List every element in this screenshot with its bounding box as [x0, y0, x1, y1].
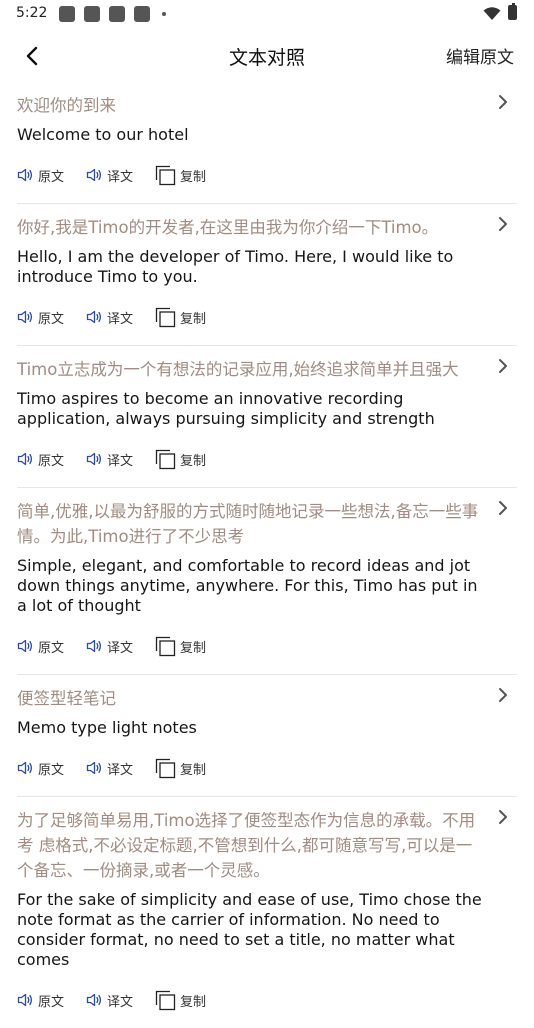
notification-icon	[134, 6, 150, 22]
chevron-right-icon[interactable]	[495, 809, 511, 825]
chevron-right-icon[interactable]	[495, 358, 511, 374]
translation-text: For the sake of simplicity and ease of u…	[17, 890, 482, 969]
speaker-icon	[17, 452, 33, 466]
back-arrow-icon	[26, 46, 38, 66]
copy-icon	[155, 307, 176, 327]
source-text: 简单,优雅,以最为舒服的方式随时随地记录一些想法,备忘一些事情。为此,Timo进…	[17, 502, 479, 546]
play-original-button[interactable]: 原文	[17, 450, 64, 469]
play-original-label: 原文	[38, 994, 65, 1010]
play-original-label: 原文	[38, 311, 65, 327]
speaker-icon	[86, 168, 102, 182]
source-text: 你好,我是Timo的开发者,在这里由我为你介绍一下Timo。	[17, 218, 439, 237]
speaker-icon	[17, 168, 33, 182]
speaker-icon	[86, 452, 102, 466]
play-original-label: 原文	[38, 640, 65, 656]
play-original-button[interactable]: 原文	[17, 637, 64, 656]
copy-icon	[155, 758, 176, 778]
play-translation-button[interactable]: 译文	[86, 308, 133, 327]
play-original-button[interactable]: 原文	[17, 308, 64, 327]
notification-icon	[109, 6, 125, 22]
chevron-right-icon[interactable]	[495, 500, 511, 516]
play-translation-label: 译文	[107, 169, 134, 185]
copy-label: 复制	[180, 311, 207, 327]
play-translation-button[interactable]: 译文	[86, 637, 133, 656]
translation-text: Timo aspires to become an innovative rec…	[17, 389, 435, 428]
status-time: 5:22	[16, 5, 48, 21]
source-text: 为了足够简单易用,Timo选择了便签型态作为信息的承载。不用考 虑格式,不必设定…	[17, 811, 476, 880]
play-translation-label: 译文	[107, 762, 134, 778]
copy-label: 复制	[180, 169, 207, 185]
item-actions: 原文 译文 复制	[17, 755, 517, 781]
list-item: Timo立志成为一个有想法的记录应用,始终追求简单并且强大 Timo aspir…	[17, 346, 517, 488]
back-button[interactable]	[16, 40, 48, 72]
translation-text: Memo type light notes	[17, 718, 197, 737]
play-translation-button[interactable]: 译文	[86, 991, 133, 1010]
list-item: 为了足够简单易用,Timo选择了便签型态作为信息的承载。不用考 虑格式,不必设定…	[17, 797, 517, 1013]
chevron-right-icon[interactable]	[495, 94, 511, 110]
item-actions: 原文 译文 复制	[17, 304, 517, 330]
copy-button[interactable]: 复制	[155, 990, 206, 1011]
speaker-icon	[86, 761, 102, 775]
more-notifications-dot	[162, 12, 166, 16]
play-original-label: 原文	[38, 453, 65, 469]
speaker-icon	[17, 639, 33, 653]
text-comparison-list: 欢迎你的到来 Welcome to our hotel 原文 译文 复制 你好,…	[17, 82, 517, 1028]
copy-icon	[155, 636, 176, 656]
translation-text: Simple, elegant, and comfortable to reco…	[17, 556, 478, 615]
play-translation-label: 译文	[107, 994, 134, 1010]
source-text: Timo立志成为一个有想法的记录应用,始终追求简单并且强大	[17, 360, 459, 379]
play-translation-label: 译文	[107, 640, 134, 656]
play-translation-label: 译文	[107, 453, 134, 469]
play-translation-button[interactable]: 译文	[86, 166, 133, 185]
copy-button[interactable]: 复制	[155, 165, 206, 186]
wifi-icon	[483, 7, 501, 20]
speaker-icon	[86, 993, 102, 1007]
copy-label: 复制	[180, 762, 207, 778]
list-item: 欢迎你的到来 Welcome to our hotel 原文 译文 复制	[17, 82, 517, 204]
translation-text: Welcome to our hotel	[17, 125, 189, 144]
play-original-button[interactable]: 原文	[17, 991, 64, 1010]
item-actions: 原文 译文 复制	[17, 987, 517, 1013]
play-translation-button[interactable]: 译文	[86, 759, 133, 778]
play-translation-button[interactable]: 译文	[86, 450, 133, 469]
copy-icon	[155, 165, 176, 185]
speaker-icon	[86, 310, 102, 324]
source-text: 便签型轻笔记	[17, 689, 116, 708]
copy-label: 复制	[180, 994, 207, 1010]
app-bar: 文本对照 编辑原文	[0, 30, 534, 80]
speaker-icon	[17, 761, 33, 775]
chevron-right-icon[interactable]	[495, 687, 511, 703]
item-actions: 原文 译文 复制	[17, 162, 517, 188]
source-text: 欢迎你的到来	[17, 96, 116, 115]
play-translation-label: 译文	[107, 311, 134, 327]
battery-icon	[508, 3, 517, 20]
list-item: 简单,优雅,以最为舒服的方式随时随地记录一些想法,备忘一些事情。为此,Timo进…	[17, 488, 517, 675]
copy-icon	[155, 990, 176, 1010]
copy-label: 复制	[180, 453, 207, 469]
speaker-icon	[86, 639, 102, 653]
notification-icon	[59, 6, 75, 22]
edit-original-button[interactable]: 编辑原文	[446, 43, 514, 68]
speaker-icon	[17, 310, 33, 324]
play-original-button[interactable]: 原文	[17, 759, 64, 778]
play-original-button[interactable]: 原文	[17, 166, 64, 185]
chevron-right-icon[interactable]	[495, 216, 511, 232]
speaker-icon	[17, 993, 33, 1007]
copy-button[interactable]: 复制	[155, 307, 206, 328]
status-bar: 5:22	[0, 0, 534, 28]
copy-button[interactable]: 复制	[155, 758, 206, 779]
item-actions: 原文 译文 复制	[17, 633, 517, 659]
play-original-label: 原文	[38, 169, 65, 185]
copy-label: 复制	[180, 640, 207, 656]
copy-button[interactable]: 复制	[155, 449, 206, 470]
copy-button[interactable]: 复制	[155, 636, 206, 657]
item-actions: 原文 译文 复制	[17, 446, 517, 472]
play-original-label: 原文	[38, 762, 65, 778]
copy-icon	[155, 449, 176, 469]
list-item: 你好,我是Timo的开发者,在这里由我为你介绍一下Timo。 Hello, I …	[17, 204, 517, 346]
translation-text: Hello, I am the developer of Timo. Here,…	[17, 247, 454, 286]
list-item: 便签型轻笔记 Memo type light notes 原文 译文 复制	[17, 675, 517, 797]
notification-icon	[84, 6, 100, 22]
